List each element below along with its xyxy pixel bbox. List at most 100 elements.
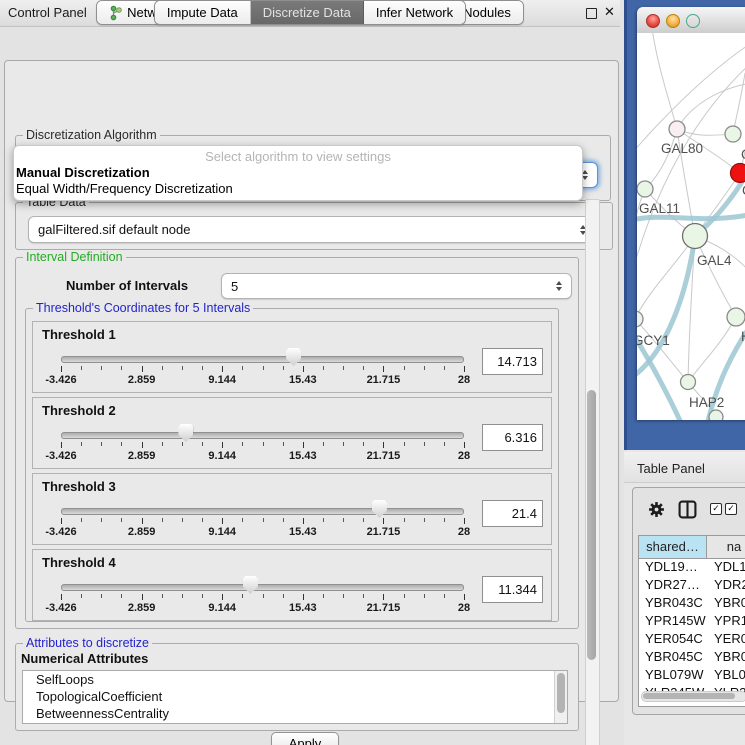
cell-shared-name: YDL19…	[639, 559, 707, 577]
combo-value: 5	[222, 279, 551, 294]
threshold-panel: Threshold 3 -3.4262.8599.14415.4321.7152…	[32, 473, 552, 545]
table-row[interactable]: YBL079WYBL0	[639, 667, 745, 685]
table-row[interactable]: YBR045CYBR0	[639, 649, 745, 667]
node[interactable]	[709, 410, 723, 420]
attribute-list-item[interactable]: TopologicalCoefficient	[23, 688, 567, 705]
node[interactable]	[725, 126, 741, 142]
slider-track[interactable]	[61, 508, 464, 515]
number-of-intervals-combobox[interactable]: 5	[221, 273, 572, 299]
slider-tick-labels: -3.4262.8599.14415.4321.71528	[61, 526, 464, 538]
cell-shared-name: YBL079W	[639, 667, 707, 685]
cell-name: YBR0	[707, 595, 745, 613]
gear-icon[interactable]	[648, 501, 665, 518]
column-header-name[interactable]: na	[707, 536, 745, 558]
threshold-slider[interactable]: -3.4262.8599.14415.4321.71528	[61, 500, 464, 542]
tick-label: 28	[458, 526, 470, 538]
tab-infer-network[interactable]: Infer Network	[364, 1, 465, 24]
tick-label: 9.144	[208, 602, 236, 614]
cell-shared-name: YDR27…	[639, 577, 707, 595]
checkbox-icon[interactable]: ✓	[725, 503, 737, 515]
columns-icon[interactable]	[678, 500, 697, 519]
cell-name: YDR2	[707, 577, 745, 595]
apply-button[interactable]: Apply	[271, 732, 339, 745]
slider-thumb[interactable]	[178, 424, 193, 442]
tick-label: 21.715	[367, 602, 401, 614]
threshold-panel: Threshold 4 -3.4262.8599.14415.4321.7152…	[32, 549, 552, 621]
table-row[interactable]: YDL19…YDL1	[639, 559, 745, 577]
node[interactable]	[727, 308, 745, 326]
app-root: Control Panel ✕ NetworkStyleSelectCyni T…	[0, 0, 745, 745]
slider-ticks	[61, 366, 464, 373]
cell-name: YDL1	[707, 559, 745, 577]
table-row[interactable]: YDR27…YDR2	[639, 577, 745, 595]
threshold-slider[interactable]: -3.4262.8599.14415.4321.71528	[61, 424, 464, 466]
control-panel: Control Panel ✕ NetworkStyleSelectCyni T…	[0, 0, 620, 745]
table-toolbar: ✓ ✓	[633, 488, 745, 530]
cell-shared-name: YIL052C	[639, 703, 707, 706]
table-data-combobox[interactable]: galFiltered.sif default node	[28, 216, 596, 243]
slider-tick-labels: -3.4262.8599.14415.4321.71528	[61, 602, 464, 614]
table-panel-body: ✓ ✓ shared… na YDL19…YDL1YDR27…YDR2YBR04…	[632, 487, 745, 715]
tick-label: -3.426	[45, 526, 76, 538]
slider-track[interactable]	[61, 432, 464, 439]
scrollbar-thumb[interactable]	[557, 673, 565, 713]
threshold-value-field[interactable]: 6.316	[482, 424, 543, 451]
threshold-value-field[interactable]: 14.713	[482, 348, 543, 375]
group-title: Threshold's Coordinates for 5 Intervals	[33, 301, 253, 315]
node-gcy1[interactable]	[637, 311, 643, 327]
thresholds-coordinates-group: Threshold's Coordinates for 5 Intervals …	[25, 308, 559, 622]
number-of-intervals-label: Number of Intervals	[66, 278, 188, 293]
node-label-hap2: HAP2	[689, 395, 724, 410]
close-traffic-light-icon[interactable]	[646, 14, 660, 28]
algorithm-dropdown-popup: Select algorithm to view settings Manual…	[13, 145, 583, 201]
list-vertical-scrollbar[interactable]	[554, 671, 567, 723]
tick-label: 9.144	[208, 450, 236, 462]
node-gal11[interactable]	[637, 181, 653, 197]
network-canvas[interactable]: GAL80 G C GAL11 GAL4 GCY1 H HAP2	[637, 33, 745, 420]
threshold-slider[interactable]: -3.4262.8599.14415.4321.71528	[61, 348, 464, 390]
group-title: Attributes to discretize	[23, 636, 152, 650]
network-window-frame: GAL80 G C GAL11 GAL4 GCY1 H HAP2	[624, 0, 745, 450]
node-hap2[interactable]	[681, 375, 696, 390]
node-gal80[interactable]	[669, 121, 685, 137]
attribute-list-item[interactable]: BetweennessCentrality	[23, 705, 567, 722]
slider-track[interactable]	[61, 584, 464, 591]
slider-thumb[interactable]	[372, 500, 387, 518]
scrollbar-thumb[interactable]	[587, 390, 596, 660]
minimize-traffic-light-icon[interactable]	[666, 14, 680, 28]
tick-label: 21.715	[367, 526, 401, 538]
tab-discretize-data[interactable]: Discretize Data	[251, 1, 364, 24]
slider-track[interactable]	[61, 356, 464, 363]
scrollbar-thumb[interactable]	[643, 693, 735, 699]
table-row[interactable]: YIL052CYIL0	[639, 703, 745, 706]
slider-thumb[interactable]	[286, 348, 301, 366]
threshold-slider[interactable]: -3.4262.8599.14415.4321.71528	[61, 576, 464, 618]
attribute-list-item[interactable]: SelfLoops	[23, 671, 567, 688]
threshold-panel: Threshold 2 -3.4262.8599.14415.4321.7152…	[32, 397, 552, 469]
table-row[interactable]: YPR145WYPR1	[639, 613, 745, 631]
slider-thumb[interactable]	[243, 576, 258, 594]
network-window-titlebar[interactable]	[637, 7, 745, 34]
tick-label: -3.426	[45, 450, 76, 462]
table-row[interactable]: YBR043CYBR0	[639, 595, 745, 613]
tick-label: 15.43	[289, 602, 317, 614]
checkbox-icon[interactable]: ✓	[710, 503, 722, 515]
tick-label: 15.43	[289, 526, 317, 538]
tick-label: 21.715	[367, 450, 401, 462]
cyni-toolbox-pane: Discretization Algorithm Select algorith…	[4, 60, 619, 702]
settings-vertical-scrollbar[interactable]	[585, 199, 600, 745]
node-gal4[interactable]	[683, 224, 708, 249]
table-horizontal-scrollbar[interactable]	[641, 691, 745, 702]
table-row[interactable]: YER054CYER0	[639, 631, 745, 649]
tick-label: 21.715	[367, 374, 401, 386]
zoom-traffic-light-icon[interactable]	[686, 14, 700, 28]
popup-item-manual-discretization[interactable]: Manual Discretization	[16, 165, 150, 180]
tab-impute-data[interactable]: Impute Data	[155, 1, 251, 24]
popup-hint: Select algorithm to view settings	[14, 149, 582, 164]
popup-item-equal-width-frequency[interactable]: Equal Width/Frequency Discretization	[16, 181, 233, 196]
column-header-shared-name[interactable]: shared…	[639, 536, 707, 558]
node-selected-red[interactable]	[731, 164, 745, 183]
threshold-value-field[interactable]: 11.344	[482, 576, 543, 603]
threshold-value-field[interactable]: 21.4	[482, 500, 543, 527]
tick-label: 15.43	[289, 450, 317, 462]
